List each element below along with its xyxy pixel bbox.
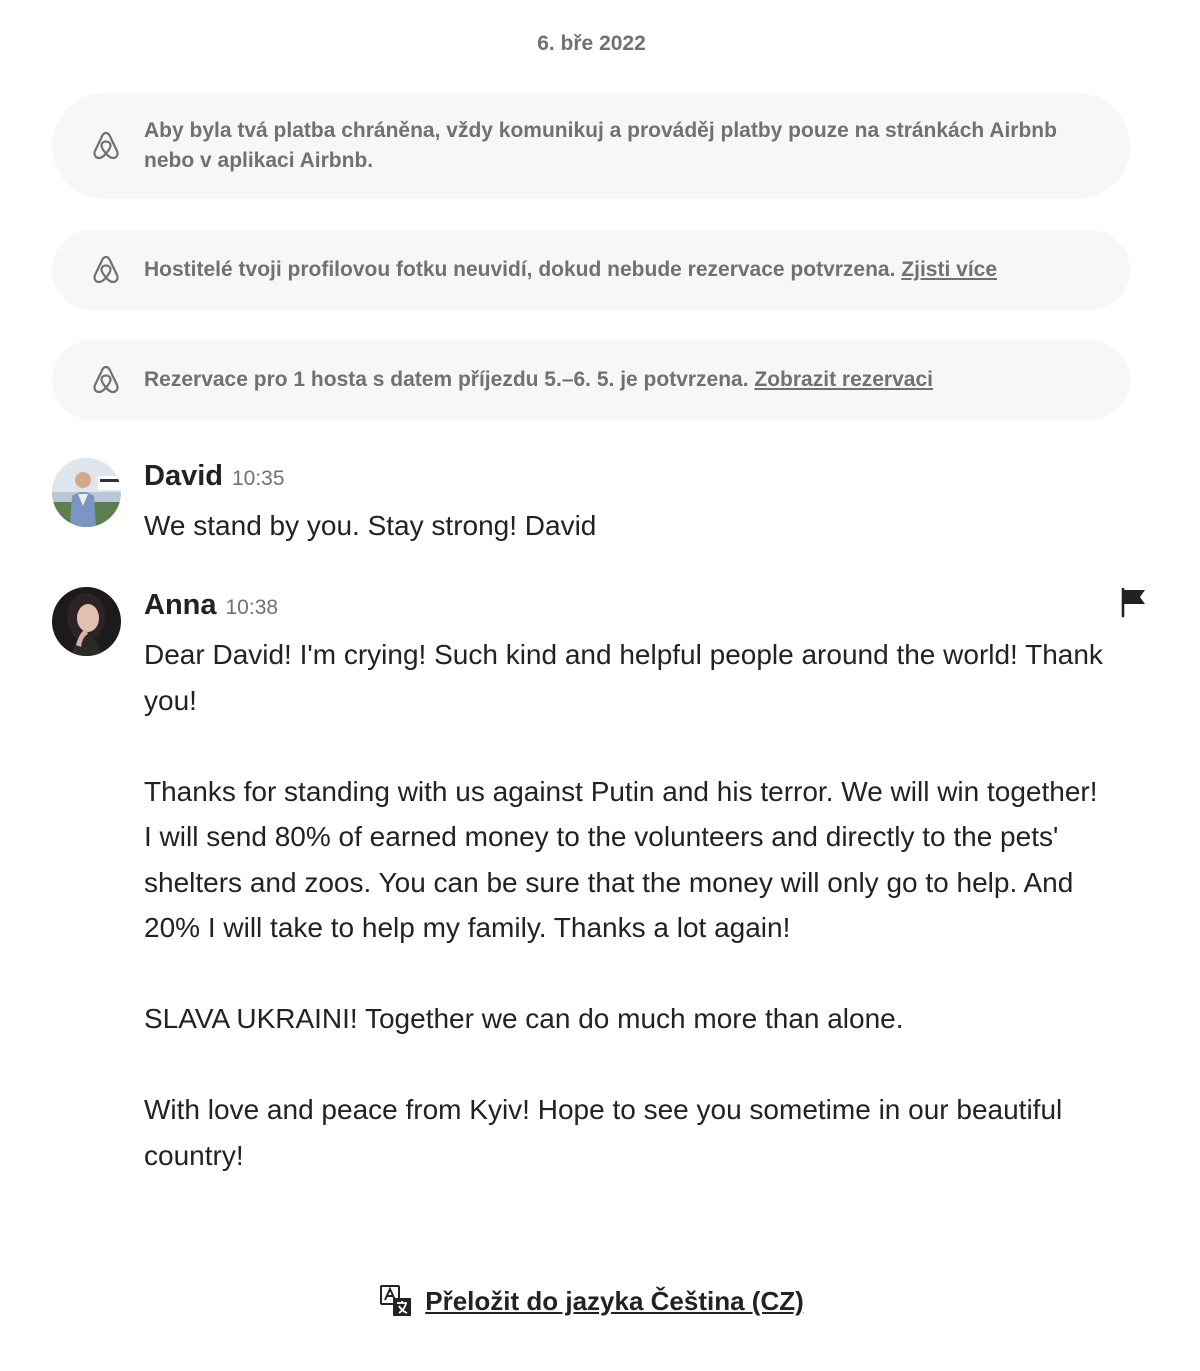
message-paragraph: With love and peace from Kyiv! Hope to s… [144,1094,1063,1171]
message-header: Anna 10:38 [144,589,278,622]
learn-more-link[interactable]: Zjisti více [901,258,997,281]
translate-button[interactable]: Přeložit do jazyka Čeština (CZ) [379,1284,804,1318]
translate-label: Přeložit do jazyka Čeština (CZ) [425,1285,804,1316]
notice-text: Aby byla tvá platba chráněna, vždy komun… [144,116,1090,176]
message-paragraph: Dear David! I'm crying! Such kind and he… [144,639,1103,716]
avatar-david[interactable] [52,458,121,527]
message-paragraph: SLAVA UKRAINI! Together we can do much m… [144,1003,904,1034]
notice-text-content: Rezervace pro 1 hosta s datem příjezdu 5… [144,368,749,391]
notice-text-content: Hostitelé tvoji profilovou fotku neuvidí… [144,258,896,281]
avatar-photo [52,587,121,656]
airbnb-logo-icon [93,365,119,394]
date-header: 6. bře 2022 [537,32,646,55]
sender-name[interactable]: David [144,460,223,493]
notice-profile-photo: Hostitelé tvoji profilovou fotku neuvidí… [52,230,1130,310]
notice-reservation-confirmed: Rezervace pro 1 hosta s datem příjezdu 5… [52,340,1130,420]
airbnb-logo-icon [93,255,119,284]
avatar-anna[interactable] [52,587,121,656]
notice-payment-protection: Aby byla tvá platba chráněna, vždy komun… [52,93,1130,199]
message-body: We stand by you. Stay strong! David [144,503,1104,549]
notice-text: Rezervace pro 1 hosta s datem příjezdu 5… [144,365,933,395]
translate-icon [380,1285,412,1316]
notice-text-content: Aby byla tvá platba chráněna, vždy komun… [144,119,1057,172]
message-paragraph: Thanks for standing with us against Puti… [144,775,1098,944]
airbnb-logo-icon [93,131,119,160]
message-time: 10:38 [225,596,279,619]
message-header: David 10:35 [144,460,285,493]
message-body: Dear David! I'm crying! Such kind and he… [144,632,1104,1178]
sender-name[interactable]: Anna [144,589,217,622]
translate-bar: Přeložit do jazyka Čeština (CZ) [0,1284,1183,1318]
view-reservation-link[interactable]: Zobrazit rezervaci [754,368,933,391]
avatar-photo [52,458,121,527]
notice-text: Hostitelé tvoji profilovou fotku neuvidí… [144,255,997,285]
message-paragraph: We stand by you. Stay strong! David [144,510,597,541]
message-time: 10:35 [231,467,285,490]
flag-icon[interactable] [1118,586,1150,618]
